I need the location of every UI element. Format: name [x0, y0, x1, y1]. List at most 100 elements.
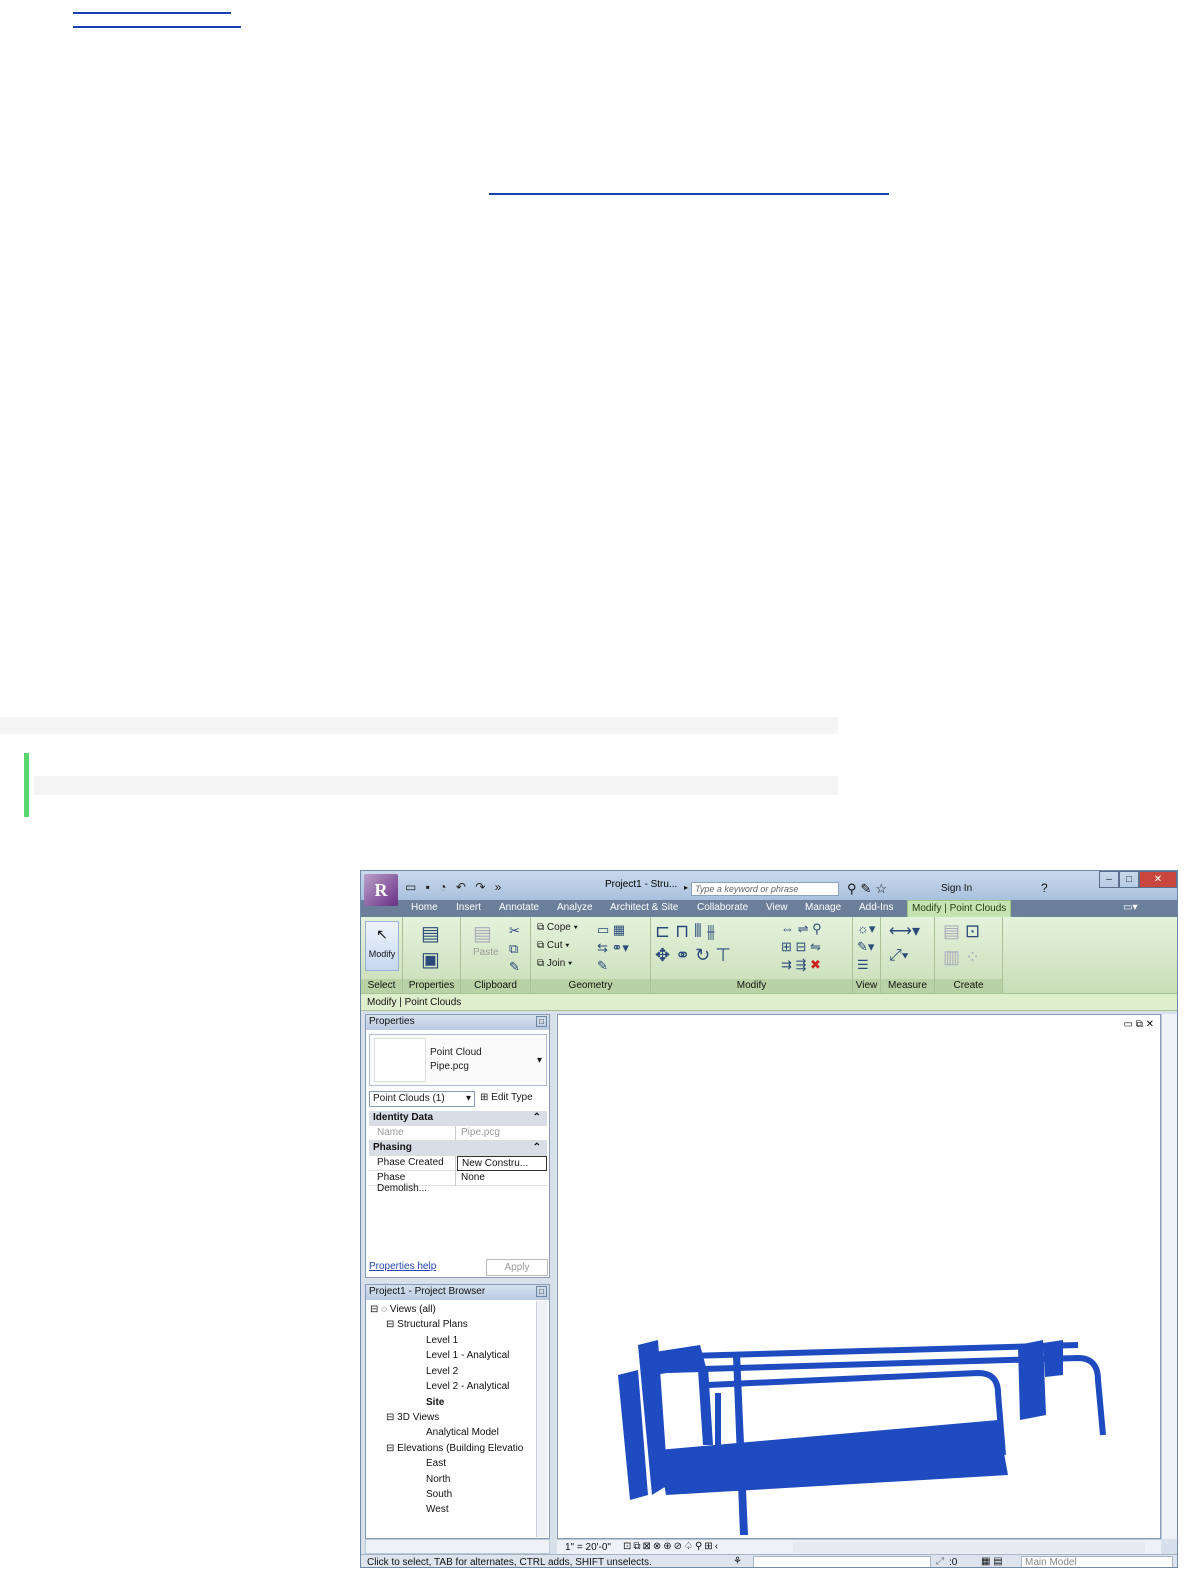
modify-button[interactable]: ↖ Modify [365, 921, 399, 971]
link-underline-3[interactable] [489, 193, 889, 195]
hide-icon[interactable]: ☼▾ [857, 921, 875, 937]
tree-item-structural-plans[interactable]: ⊟ Structural Plans [386, 1319, 468, 1330]
ribbon-options-icon[interactable]: ▭▾ [1123, 902, 1137, 913]
close-palette-icon[interactable]: □ [536, 1016, 547, 1027]
tab-analyze[interactable]: Analyze [557, 902, 593, 913]
tree-item-south[interactable]: South [426, 1489, 452, 1500]
tree-item-site[interactable]: Site [426, 1397, 444, 1408]
measure-icon[interactable]: ⟷▾ [889, 921, 920, 941]
view-scale[interactable]: 1" = 20'-0" [565, 1542, 611, 1553]
match-icon[interactable]: ✎ [509, 959, 520, 975]
copy-icon[interactable]: ⧉ [509, 941, 518, 957]
browser-horizontal-scrollbar[interactable] [365, 1539, 550, 1554]
tab-modify-point-clouds[interactable]: Modify | Point Clouds [907, 900, 1012, 917]
view-horizontal-scrollbar[interactable] [793, 1542, 1145, 1553]
tree-item-views-all[interactable]: ⊟ ◌ Views (all) [370, 1304, 436, 1315]
edit-type-button[interactable]: ⊞ Edit Type [480, 1092, 533, 1103]
array-icon[interactable]: ⇔ ⇌ ⚲ [781, 921, 822, 937]
tab-manage[interactable]: Manage [805, 902, 841, 913]
tab-view[interactable]: View [766, 902, 788, 913]
dimension-icon[interactable]: ⤢▾ [889, 947, 909, 965]
close-button[interactable]: ✕ [1139, 871, 1177, 888]
properties-icon[interactable]: ▣ [421, 947, 440, 972]
design-options-icon[interactable]: ▦ ▤ [981, 1556, 1003, 1567]
align-icon[interactable]: ⊏ ⊓ ⫴ ⫵ [655, 921, 715, 942]
instance-filter[interactable]: Point Clouds (1) ▾ [369, 1091, 475, 1107]
view-control-icons[interactable]: ⊡⧉⊠⊗⊕⊘♤⚲⊞‹ [623, 1541, 720, 1552]
link-underline-2[interactable] [73, 26, 241, 28]
tree-item-east[interactable]: East [426, 1458, 446, 1469]
paint-icon[interactable]: ✎ [597, 958, 608, 974]
click-drag-icon[interactable]: ⤢ [936, 1556, 944, 1567]
delete-icon[interactable]: ⇉ ⇶ ✖ [781, 957, 821, 973]
linework-icon[interactable]: ☰ [857, 957, 869, 973]
infocenter-icons[interactable]: ⚲✎☆ [847, 881, 891, 897]
tree-item-level-1-analytical[interactable]: Level 1 - Analytical [426, 1350, 509, 1361]
type-sub: Pipe.pcg [430, 1061, 469, 1072]
search-input[interactable]: Type a keyword or phrase [691, 882, 839, 896]
scale-icon[interactable]: ⊞ ⊟ ⇋ [781, 939, 821, 955]
section-identity-data[interactable]: Identity Data ⌃ [369, 1111, 547, 1126]
property-value[interactable]: None [457, 1171, 547, 1186]
tab-home[interactable]: Home [411, 902, 438, 913]
section-phasing[interactable]: Phasing ⌃ [369, 1141, 547, 1156]
tab-collaborate[interactable]: Collaborate [697, 902, 748, 913]
join-label: Join [546, 958, 566, 969]
sign-in-button[interactable]: Sign In [941, 883, 972, 894]
cut-icon[interactable]: ✂ [509, 923, 520, 939]
tab-annotate[interactable]: Annotate [499, 902, 539, 913]
type-selector[interactable]: Point Cloud Pipe.pcg ▾ [369, 1034, 547, 1086]
point-cloud-origin-icon[interactable]: ⊛ [856, 1444, 871, 1465]
tree-item-3d-views[interactable]: ⊟ 3D Views [386, 1412, 439, 1423]
chevron-down-icon: ▾ [465, 1093, 471, 1104]
worksets-icon[interactable]: ⚘ [733, 1556, 742, 1567]
expand-arrow-icon[interactable]: ▸ [684, 883, 688, 892]
properties-help-link[interactable]: Properties help [369, 1261, 436, 1272]
split-face-icon[interactable]: ⇆ ⚭▾ [597, 940, 629, 956]
property-row[interactable]: Phase Created New Constru... [369, 1156, 547, 1171]
close-palette-icon[interactable]: □ [536, 1286, 547, 1297]
move-icon[interactable]: ✥ ⚭ ↻ ⊤ [655, 945, 731, 966]
view-vertical-scrollbar[interactable] [1161, 1014, 1177, 1539]
join-button[interactable]: ⧉ Join ▾ [537, 958, 572, 969]
link-underline-1[interactable] [73, 12, 231, 14]
override-icon[interactable]: ✎▾ [857, 939, 874, 955]
minimize-button[interactable]: – [1099, 871, 1119, 888]
collapse-icon: ⌃ [532, 1112, 541, 1123]
drawing-area[interactable]: ▭ ⧉ ✕ ◎ ⚲ ⊛ [557, 1014, 1161, 1539]
create-parts-icon[interactable]: ▥ ⁘ [943, 947, 980, 968]
geometry-tools-icon[interactable]: ▭ ▦ [597, 922, 625, 938]
design-option-selector[interactable]: Main Model [1021, 1556, 1173, 1567]
help-icon[interactable]: ? [1041, 881, 1048, 895]
panel-label-select: Select [361, 979, 402, 993]
browser-scrollbar[interactable] [536, 1301, 548, 1537]
create-assembly-icon[interactable]: ▤ ⊡ [943, 921, 980, 942]
property-row[interactable]: Phase Demolish... None [369, 1171, 547, 1194]
workset-selector[interactable] [753, 1556, 931, 1567]
application-menu-button[interactable]: R [364, 874, 398, 906]
document-title: Project1 - Stru... [605, 879, 678, 890]
tree-item-level-2-analytical[interactable]: Level 2 - Analytical [426, 1381, 509, 1392]
tree-item-north[interactable]: North [426, 1474, 450, 1485]
tree-item-west[interactable]: West [426, 1504, 449, 1515]
type-properties-icon[interactable]: ▤ [421, 921, 440, 946]
property-value[interactable]: New Constru... [457, 1156, 547, 1171]
cut-label: Cut [546, 940, 563, 951]
tree-item-analytical-model[interactable]: Analytical Model [426, 1427, 499, 1438]
paste-icon[interactable]: ▤ [473, 921, 492, 946]
cope-button[interactable]: ⧉ Cope ▾ [537, 922, 578, 933]
tab-architect-site[interactable]: Architect & Site [610, 902, 678, 913]
tree-item-level-1[interactable]: Level 1 [426, 1335, 458, 1346]
cut-geometry-button[interactable]: ⧉ Cut ▾ [537, 940, 569, 951]
maximize-button[interactable]: □ [1119, 871, 1139, 888]
tree-item-level-2[interactable]: Level 2 [426, 1366, 458, 1377]
tree-item-elevations[interactable]: ⊟ Elevations (Building Elevatio [386, 1443, 523, 1454]
quick-access-toolbar[interactable]: ▭ ▪ ◔ ↶ ↷ » [405, 880, 504, 894]
tab-add-ins[interactable]: Add-Ins [859, 902, 893, 913]
apply-button[interactable]: Apply [486, 1259, 548, 1276]
point-cloud-model[interactable]: ⊛ [558, 1015, 1162, 1540]
properties-header: Properties □ [366, 1015, 549, 1030]
blockquote-bar [34, 776, 838, 795]
panel-label-view: View [853, 979, 880, 993]
tab-insert[interactable]: Insert [456, 902, 481, 913]
